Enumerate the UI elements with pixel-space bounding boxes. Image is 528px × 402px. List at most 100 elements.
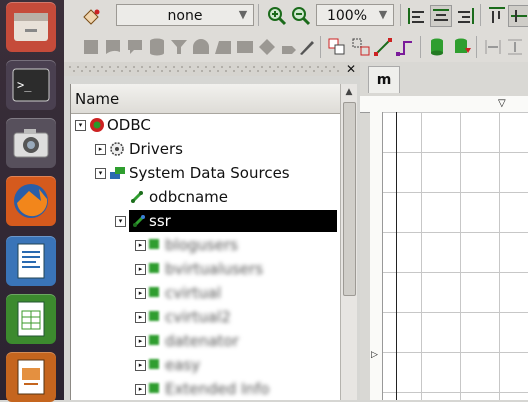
align-right-icon[interactable] (454, 5, 476, 27)
pen-tool-icon[interactable] (296, 36, 318, 58)
tree-scrollbar[interactable]: ▲ (340, 84, 357, 400)
unity-launcher: >_ (0, 0, 64, 402)
diagram-tab[interactable]: m (368, 66, 400, 93)
table-icon (149, 359, 159, 369)
table-icon (149, 335, 159, 345)
close-icon[interactable]: ✕ (344, 62, 358, 76)
toolbar-separator (420, 36, 421, 58)
align-left-icon[interactable] (406, 5, 428, 27)
align-middle-icon[interactable] (508, 5, 528, 27)
tree-node-label: ssr (149, 212, 171, 230)
distribute-vertical-icon[interactable] (504, 36, 526, 58)
gear-icon (109, 141, 125, 163)
diagram-tab-label: m (376, 72, 392, 88)
expand-icon[interactable]: ▸ (95, 144, 106, 155)
page-margin-line (396, 112, 397, 400)
scroll-up-icon[interactable]: ▲ (341, 84, 357, 100)
zoom-in-icon[interactable] (266, 5, 288, 27)
horizontal-ruler: ▽ (360, 96, 528, 113)
trapezoid-shape-icon[interactable] (212, 36, 234, 58)
expand-icon[interactable]: ▸ (135, 264, 146, 275)
zoom-combo-value: 100% (326, 8, 368, 24)
align-top-icon[interactable] (486, 5, 508, 27)
connection-plug-icon (129, 189, 145, 211)
layer-up-icon[interactable] (426, 36, 448, 58)
chevron-down-icon: ▼ (238, 8, 248, 21)
arch-shape-icon[interactable] (190, 36, 212, 58)
table-icon (149, 311, 159, 321)
expand-icon[interactable]: ▸ (135, 336, 146, 347)
scrollbar-thumb[interactable] (343, 102, 356, 296)
table-icon (149, 383, 159, 393)
tree-node-label: bvirtualusers (165, 260, 264, 278)
odbc-tree: Name ▾ ODBC ▸ Drivers ▾ System Data Sour… (70, 84, 341, 400)
connector-icon[interactable] (372, 36, 394, 58)
toolbar-separator (480, 4, 481, 26)
bezier-connector-icon[interactable] (394, 36, 416, 58)
files-icon[interactable] (6, 2, 56, 52)
writer-icon[interactable] (6, 236, 56, 286)
main-toolbar: none ▼ 100% ▼ (64, 0, 528, 33)
ruler-marker-icon: ▷ (371, 350, 378, 360)
ungroup-icon[interactable] (350, 36, 372, 58)
expand-icon[interactable]: ▸ (135, 384, 146, 395)
group-icon[interactable] (326, 36, 348, 58)
svg-text:>_: >_ (17, 78, 32, 92)
card-shape-icon[interactable] (234, 36, 256, 58)
cylinder-shape-icon[interactable] (146, 36, 168, 58)
toolbar-separator (320, 36, 321, 58)
tree-node-label: cvirtual2 (165, 308, 231, 326)
tree-node-label: easy (165, 356, 201, 374)
zoom-out-icon[interactable] (290, 5, 312, 27)
table-icon (149, 239, 159, 249)
ruler-marker-icon: ▽ (498, 98, 506, 109)
style-combo[interactable]: none ▼ (116, 4, 254, 26)
diagram-canvas[interactable] (383, 112, 528, 400)
tree-node-label: datenator (165, 332, 239, 350)
fill-style-icon[interactable] (80, 5, 102, 27)
column-header-label: Name (75, 90, 120, 108)
column-header-name[interactable]: Name (71, 84, 341, 114)
panel-titlebar (64, 62, 360, 76)
camera-icon[interactable] (6, 118, 56, 168)
connection-plug-icon (131, 213, 147, 235)
firefox-icon[interactable] (6, 176, 56, 226)
chevron-down-icon: ▼ (378, 8, 388, 21)
collapse-icon[interactable]: ▾ (75, 120, 86, 131)
odbc-icon (89, 117, 105, 139)
style-combo-value: none (167, 8, 203, 24)
zoom-combo[interactable]: 100% ▼ (316, 4, 394, 26)
tree-node-ssr[interactable]: ▾ ssr (115, 210, 337, 232)
rectangle-shape-icon[interactable] (80, 36, 102, 58)
tree-node-label: ODBC (107, 116, 151, 134)
distribute-icon[interactable] (482, 36, 504, 58)
document-shape-icon[interactable] (102, 36, 124, 58)
funnel-shape-icon[interactable] (168, 36, 190, 58)
datasource-group-icon (109, 165, 127, 187)
vertical-ruler: ▷ (370, 112, 383, 400)
callout-shape-icon[interactable] (124, 36, 146, 58)
toolbar-separator (476, 36, 477, 58)
tree-node-label: System Data Sources (129, 164, 290, 182)
diamond-shape-icon[interactable] (256, 36, 278, 58)
toolbar-separator (400, 4, 401, 26)
expand-icon[interactable]: ▸ (135, 288, 146, 299)
expand-icon[interactable]: ▸ (135, 240, 146, 251)
tree-node-label: cvirtual (165, 284, 222, 302)
collapse-icon[interactable]: ▾ (115, 216, 126, 227)
toolbar-separator (258, 4, 259, 26)
tree-node-label: blogusers (165, 236, 238, 254)
table-icon (149, 287, 159, 297)
collapse-icon[interactable]: ▾ (95, 168, 106, 179)
expand-icon[interactable]: ▸ (135, 360, 146, 371)
tree-node-label: Drivers (129, 140, 183, 158)
terminal-icon[interactable]: >_ (6, 60, 56, 110)
calc-icon[interactable] (6, 294, 56, 344)
tree-node-label: Extended Info (165, 380, 270, 398)
align-center-icon[interactable] (430, 5, 452, 27)
layer-down-icon[interactable] (450, 36, 472, 58)
impress-icon[interactable] (6, 352, 56, 402)
table-icon (149, 263, 159, 273)
expand-icon[interactable]: ▸ (135, 312, 146, 323)
shape-toolbar (64, 32, 528, 63)
